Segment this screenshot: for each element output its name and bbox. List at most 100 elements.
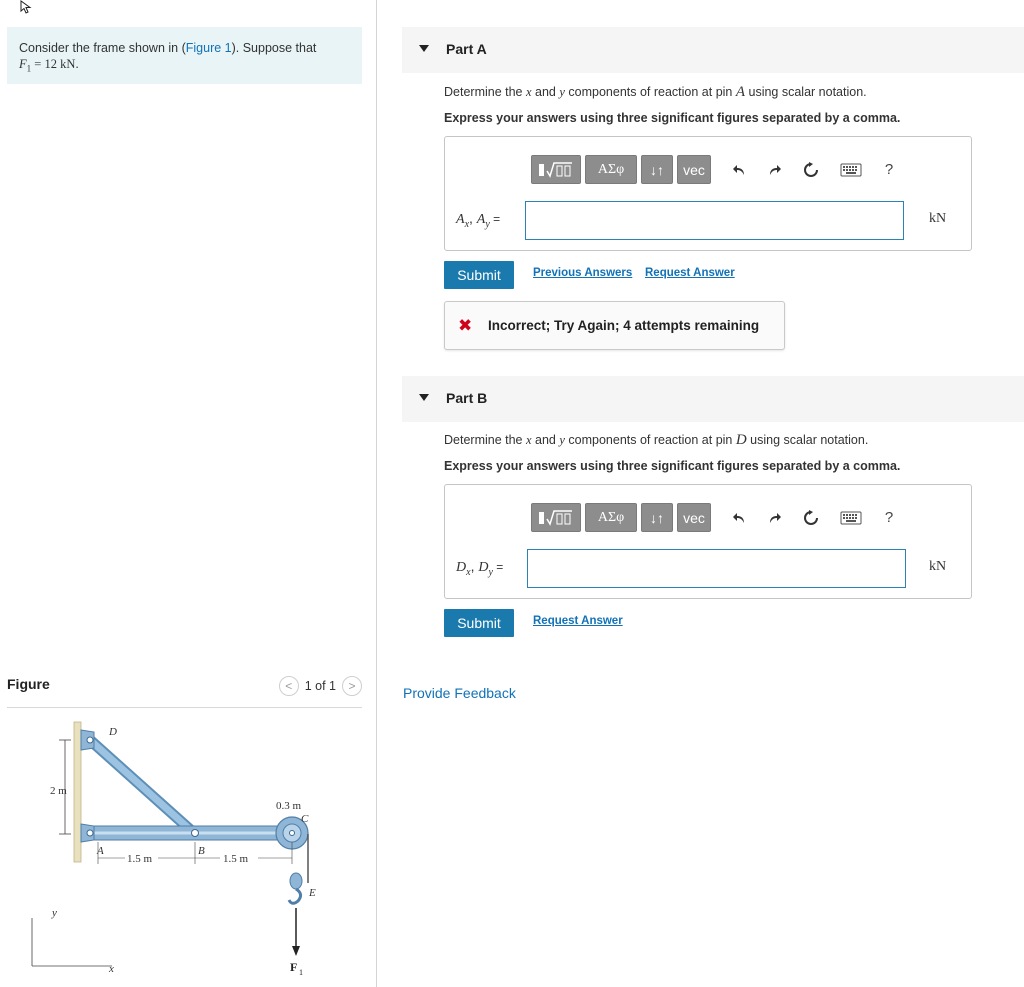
equals-sign: =	[492, 560, 504, 574]
hook-block-e	[289, 872, 303, 890]
redo-icon[interactable]	[763, 158, 787, 182]
keyboard-icon[interactable]	[839, 158, 863, 182]
pager-label: 1 of 1	[304, 679, 336, 693]
question-text: components of reaction at pin	[564, 433, 736, 447]
axis-x-label: x	[108, 963, 114, 975]
provide-feedback-link[interactable]: Provide Feedback	[403, 685, 516, 701]
left-column: Consider the frame shown in (Figure 1). …	[0, 0, 377, 987]
part-b-answer-panel: ΑΣφ ↓↑ vec ? Dx, Dy = kN	[444, 484, 972, 599]
problem-intro-end: ). Suppose that	[231, 41, 317, 55]
pin-d	[86, 736, 94, 744]
part-a-submit-button[interactable]: Submit	[444, 261, 514, 289]
help-icon[interactable]: ?	[877, 506, 901, 530]
equals-sign: =	[489, 212, 501, 226]
figure-header: Figure < 1 of 1 >	[7, 674, 362, 708]
var-symbol: D	[478, 560, 489, 575]
help-icon[interactable]: ?	[877, 158, 901, 182]
dim-2m-label: 2 m	[50, 785, 67, 797]
question-text: Determine the	[444, 85, 526, 99]
f1-value: = 12 kN	[31, 57, 76, 71]
templates-button[interactable]	[531, 155, 581, 184]
label-b: B	[198, 845, 205, 857]
f1-period: .	[75, 57, 79, 71]
frame-figure: 2 m D 0.3 m C E F 1 A B 1.5 m 1.5 m y x	[31, 721, 316, 977]
part-a-instruction: Express your answers using three signifi…	[444, 111, 901, 125]
part-a-feedback: ✖ Incorrect; Try Again; 4 attempts remai…	[444, 301, 785, 350]
previous-answers-link[interactable]: Previous Answers	[533, 267, 632, 279]
prev-figure-button[interactable]: <	[278, 676, 299, 696]
part-b-answer-input[interactable]	[527, 549, 906, 588]
figure-pager: < 1 of 1 >	[278, 676, 362, 696]
matrix-sqrt-icon	[539, 161, 572, 178]
vector-button[interactable]: vec	[677, 503, 711, 532]
part-a-unit: kN	[929, 211, 947, 226]
part-a-title: Part A	[446, 41, 487, 57]
part-a-answer-panel: ΑΣφ ↓↑ vec ? Ax, Ay = kN	[444, 136, 972, 251]
greek-symbols-button[interactable]: ΑΣφ	[585, 155, 637, 184]
matrix-sqrt-icon	[539, 509, 572, 526]
question-text: using scalar notation.	[746, 433, 869, 447]
label-c: C	[301, 813, 309, 825]
arrowhead	[292, 946, 300, 956]
label-f-sub: 1	[299, 968, 303, 977]
label-d: D	[108, 726, 117, 738]
reset-icon[interactable]	[799, 158, 823, 182]
part-b-instruction: Express your answers using three signifi…	[444, 459, 901, 473]
figure-title: Figure	[7, 676, 50, 692]
part-b-request-answer-link[interactable]: Request Answer	[533, 615, 623, 627]
reset-icon[interactable]	[799, 506, 823, 530]
part-b-header[interactable]: Part B	[402, 376, 1024, 422]
question-text: components of reaction at pin	[564, 85, 736, 99]
question-text: Determine the	[444, 433, 526, 447]
templates-button[interactable]	[531, 503, 581, 532]
subscript-superscript-button[interactable]: ↓↑	[641, 155, 673, 184]
pin-b	[191, 829, 199, 837]
figure-link[interactable]: Figure 1	[186, 41, 232, 55]
feedback-message: Incorrect; Try Again; 4 attempts remaini…	[488, 318, 760, 333]
label-f: F	[290, 960, 297, 974]
wall	[73, 721, 82, 863]
part-a-question: Determine the x and y components of reac…	[444, 84, 867, 101]
mouse-cursor-icon	[20, 0, 32, 14]
math-toolbar: ΑΣφ ↓↑ vec ?	[531, 155, 901, 184]
keyboard-icon[interactable]	[839, 506, 863, 530]
problem-statement: Consider the frame shown in (Figure 1). …	[7, 27, 362, 84]
math-toolbar: ΑΣφ ↓↑ vec ?	[531, 503, 901, 532]
label-a: A	[96, 845, 104, 857]
var-symbol: A	[456, 212, 465, 227]
undo-icon[interactable]	[727, 158, 751, 182]
var-separator: ,	[469, 210, 477, 226]
hook	[287, 887, 303, 905]
pin-c	[289, 830, 295, 836]
caret-down-icon	[419, 45, 429, 52]
error-x-icon: ✖	[458, 316, 473, 335]
question-text: using scalar notation.	[745, 85, 867, 99]
f1-symbol: F	[19, 57, 27, 71]
question-text: and	[531, 85, 560, 99]
part-b-submit-button[interactable]: Submit	[444, 609, 514, 637]
member-db-fill	[86, 736, 199, 838]
subscript-superscript-button[interactable]: ↓↑	[641, 503, 673, 532]
part-a-header[interactable]: Part A	[402, 27, 1024, 73]
chevron-left-icon: <	[285, 679, 293, 693]
pin-a	[86, 829, 94, 837]
redo-icon[interactable]	[763, 506, 787, 530]
part-a-answer-input[interactable]	[525, 201, 904, 240]
problem-intro: Consider the frame shown in (	[19, 41, 186, 55]
part-a-variable-label: Ax, Ay =	[456, 210, 500, 230]
part-b-unit: kN	[929, 559, 947, 574]
label-e: E	[308, 887, 316, 899]
next-figure-button[interactable]: >	[342, 676, 362, 696]
question-text: and	[531, 433, 560, 447]
caret-down-icon	[419, 394, 429, 401]
part-a-request-answer-link[interactable]: Request Answer	[645, 267, 735, 279]
greek-symbols-button[interactable]: ΑΣφ	[585, 503, 637, 532]
part-b-title: Part B	[446, 390, 488, 406]
undo-icon[interactable]	[727, 506, 751, 530]
part-b-variable-label: Dx, Dy =	[456, 558, 503, 578]
vector-button[interactable]: vec	[677, 155, 711, 184]
chevron-right-icon: >	[348, 679, 356, 693]
dim-03m-label: 0.3 m	[276, 800, 302, 812]
part-b-question: Determine the x and y components of reac…	[444, 432, 868, 449]
dim-15m-b-label: 1.5 m	[223, 853, 249, 865]
